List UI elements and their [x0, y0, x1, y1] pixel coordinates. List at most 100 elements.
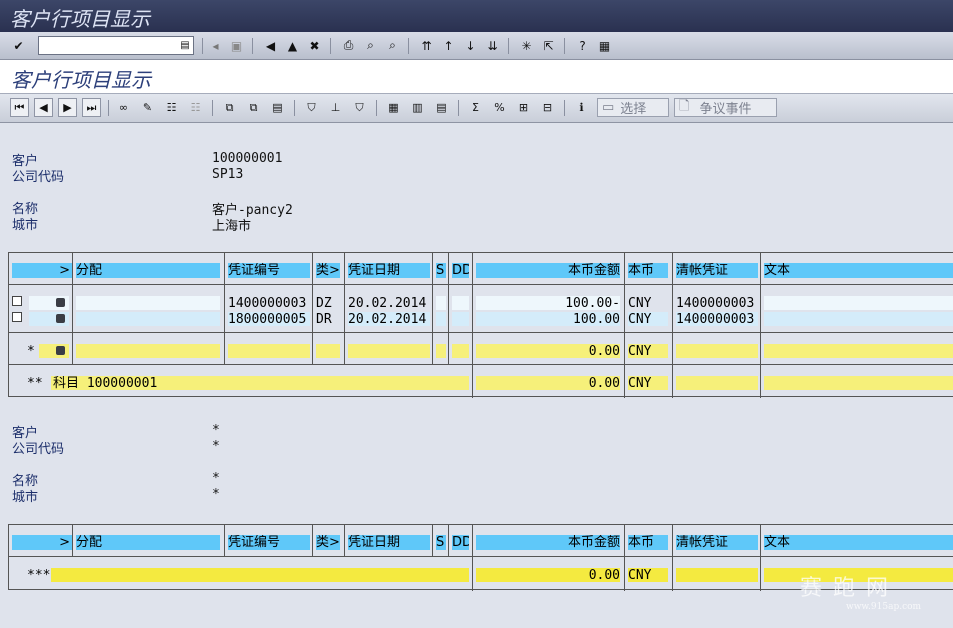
column-header-doc-date[interactable]: 凭证日期 — [348, 535, 430, 550]
sort-icon[interactable]: ⊥ — [326, 98, 345, 117]
dispute-case-label: 争议事件 — [699, 102, 752, 117]
grand-total-marker: *** — [27, 568, 51, 583]
column-header-doc-no[interactable]: 凭证编号 — [228, 535, 310, 550]
row-select-checkbox[interactable] — [12, 296, 22, 306]
customer-value: 100000001 — [212, 151, 283, 166]
column-header-amount[interactable]: 本币金额 — [476, 535, 620, 550]
column-header-text[interactable]: 文本 — [764, 535, 953, 550]
total-icon[interactable]: Σ — [466, 98, 485, 117]
previous-item-icon[interactable]: ◀ — [34, 98, 53, 117]
filter-icon[interactable]: ⛉ — [302, 98, 321, 117]
previous-page-icon[interactable]: ↑ — [439, 36, 458, 55]
layout-menu-icon[interactable]: ▦ — [595, 36, 614, 55]
column-header-clearing[interactable]: 清帐凭证 — [676, 535, 758, 550]
subtotal-icon[interactable]: % — [490, 98, 509, 117]
clearing-doc-cell[interactable]: 1400000003 — [676, 296, 754, 311]
column-header-dd[interactable]: DD — [452, 535, 469, 550]
grand-total-currency: CNY — [628, 568, 652, 583]
subtotal-currency: CNY — [628, 344, 652, 359]
account-total-marker: ** — [27, 376, 43, 391]
doc-no-cell[interactable]: 1400000003 — [228, 296, 306, 311]
company-code-value: * — [212, 439, 220, 454]
column-header-s[interactable]: S — [436, 535, 446, 550]
first-page-icon[interactable]: ⇈ — [417, 36, 436, 55]
info-icon[interactable]: ℹ — [572, 98, 591, 117]
column-header-doc-date[interactable]: 凭证日期 — [348, 263, 430, 278]
subtotal-amount: 0.00 — [588, 344, 620, 359]
doc-type-cell: DR — [316, 312, 332, 327]
last-item-icon[interactable]: ⏭ — [82, 98, 101, 117]
collapse-icon[interactable]: ◂ — [206, 36, 225, 55]
layout-grid-icon[interactable]: ▦ — [384, 98, 403, 117]
choose-detail-icon[interactable]: ⧉ — [220, 98, 239, 117]
screen-header: 客户行项目显示 — [0, 60, 953, 94]
column-header-amount[interactable]: 本币金额 — [476, 263, 620, 278]
company-code-label: 公司代码 — [12, 442, 65, 457]
shortcut-icon[interactable]: ⇱ — [539, 36, 558, 55]
next-item-icon[interactable]: ▶ — [58, 98, 77, 117]
row-select-checkbox[interactable] — [12, 312, 22, 322]
column-header-text[interactable]: 文本 — [764, 263, 953, 278]
name-value: * — [212, 471, 220, 486]
column-header-s[interactable]: S — [436, 263, 446, 278]
expand-icon[interactable]: ⊞ — [514, 98, 533, 117]
command-history-icon[interactable]: ▤ — [178, 36, 192, 55]
column-header-assignment[interactable]: 分配 — [76, 263, 220, 278]
find-next-icon[interactable]: ⌕ — [383, 36, 402, 55]
column-header-assignment[interactable]: 分配 — [76, 535, 220, 550]
column-header-type[interactable]: 类> — [316, 263, 340, 278]
last-page-icon[interactable]: ⇊ — [483, 36, 502, 55]
column-header-dd[interactable]: DD — [452, 263, 469, 278]
selection-icon: ▭ — [602, 100, 615, 115]
account-total-label: 科目 100000001 — [53, 376, 158, 391]
column-header-expand[interactable]: > — [12, 263, 72, 278]
save-icon[interactable]: ▣ — [227, 36, 246, 55]
row-icon[interactable]: ▤ — [432, 98, 451, 117]
back-icon[interactable]: ◀ — [261, 36, 280, 55]
help-icon[interactable]: ? — [573, 36, 592, 55]
customer-value: * — [212, 423, 220, 438]
first-item-icon[interactable]: ⏮ — [10, 98, 29, 117]
copy-icon[interactable]: ⧉ — [244, 98, 263, 117]
column-header-type[interactable]: 类> — [316, 535, 340, 550]
command-field[interactable] — [38, 36, 194, 55]
account-total-amount: 0.00 — [588, 376, 620, 391]
deselect-icon[interactable]: ☷ — [186, 98, 205, 117]
amount-cell: 100.00 — [573, 312, 620, 327]
selection-button[interactable]: ▭ 选择 — [597, 98, 669, 117]
collapse-all-icon[interactable]: ⊟ — [538, 98, 557, 117]
find-icon[interactable]: ⌕ — [361, 36, 380, 55]
filter-delete-icon[interactable]: ⛉ — [350, 98, 369, 117]
city-label: 城市 — [12, 218, 39, 233]
column-header-currency[interactable]: 本币 — [628, 535, 668, 550]
doc-date-cell: 20.02.2014 — [348, 296, 427, 311]
window-title-bar: 客户行项目显示 — [0, 0, 953, 32]
print-icon[interactable]: ⎙ — [339, 36, 358, 55]
currency-cell: CNY — [628, 296, 652, 311]
display-glasses-icon[interactable]: ∞ — [114, 98, 133, 117]
column-header-currency[interactable]: 本币 — [628, 263, 668, 278]
column-header-expand[interactable]: > — [12, 535, 72, 550]
company-code-label: 公司代码 — [12, 170, 65, 185]
new-session-icon[interactable]: ✳ — [517, 36, 536, 55]
column-header-clearing[interactable]: 清帐凭证 — [676, 263, 758, 278]
system-toolbar: ✔ ▤ ◂ ▣ ◀ ▲ ✖ ⎙ ⌕ ⌕ ⇈ ↑ ↓ ⇊ ✳ ⇱ ? ▦ — [0, 32, 953, 60]
currency-cell: CNY — [628, 312, 652, 327]
next-page-icon[interactable]: ↓ — [461, 36, 480, 55]
select-all-icon[interactable]: ☷ — [162, 98, 181, 117]
application-toolbar: ⏮ ◀ ▶ ⏭ ∞ ✎ ☷ ☷ ⧉ ⧉ ▤ ⛉ ⊥ ⛉ ▦ ▥ ▤ Σ % ⊞ … — [0, 94, 953, 123]
enter-icon[interactable]: ✔ — [9, 36, 28, 55]
cancel-icon[interactable]: ✖ — [305, 36, 324, 55]
change-pencil-icon[interactable]: ✎ — [138, 98, 157, 117]
doc-no-cell[interactable]: 1800000005 — [228, 312, 306, 327]
account-total-currency: CNY — [628, 376, 652, 391]
city-label: 城市 — [12, 490, 39, 505]
doc-date-cell: 20.02.2014 — [348, 312, 427, 327]
dispute-case-button[interactable]: 🗋 争议事件 — [674, 98, 777, 117]
column-header-doc-no[interactable]: 凭证编号 — [228, 263, 310, 278]
selection-label: 选择 — [620, 102, 647, 117]
clearing-doc-cell[interactable]: 1400000003 — [676, 312, 754, 327]
document-icon[interactable]: ▤ — [268, 98, 287, 117]
exit-icon[interactable]: ▲ — [283, 36, 302, 55]
column-icon[interactable]: ▥ — [408, 98, 427, 117]
